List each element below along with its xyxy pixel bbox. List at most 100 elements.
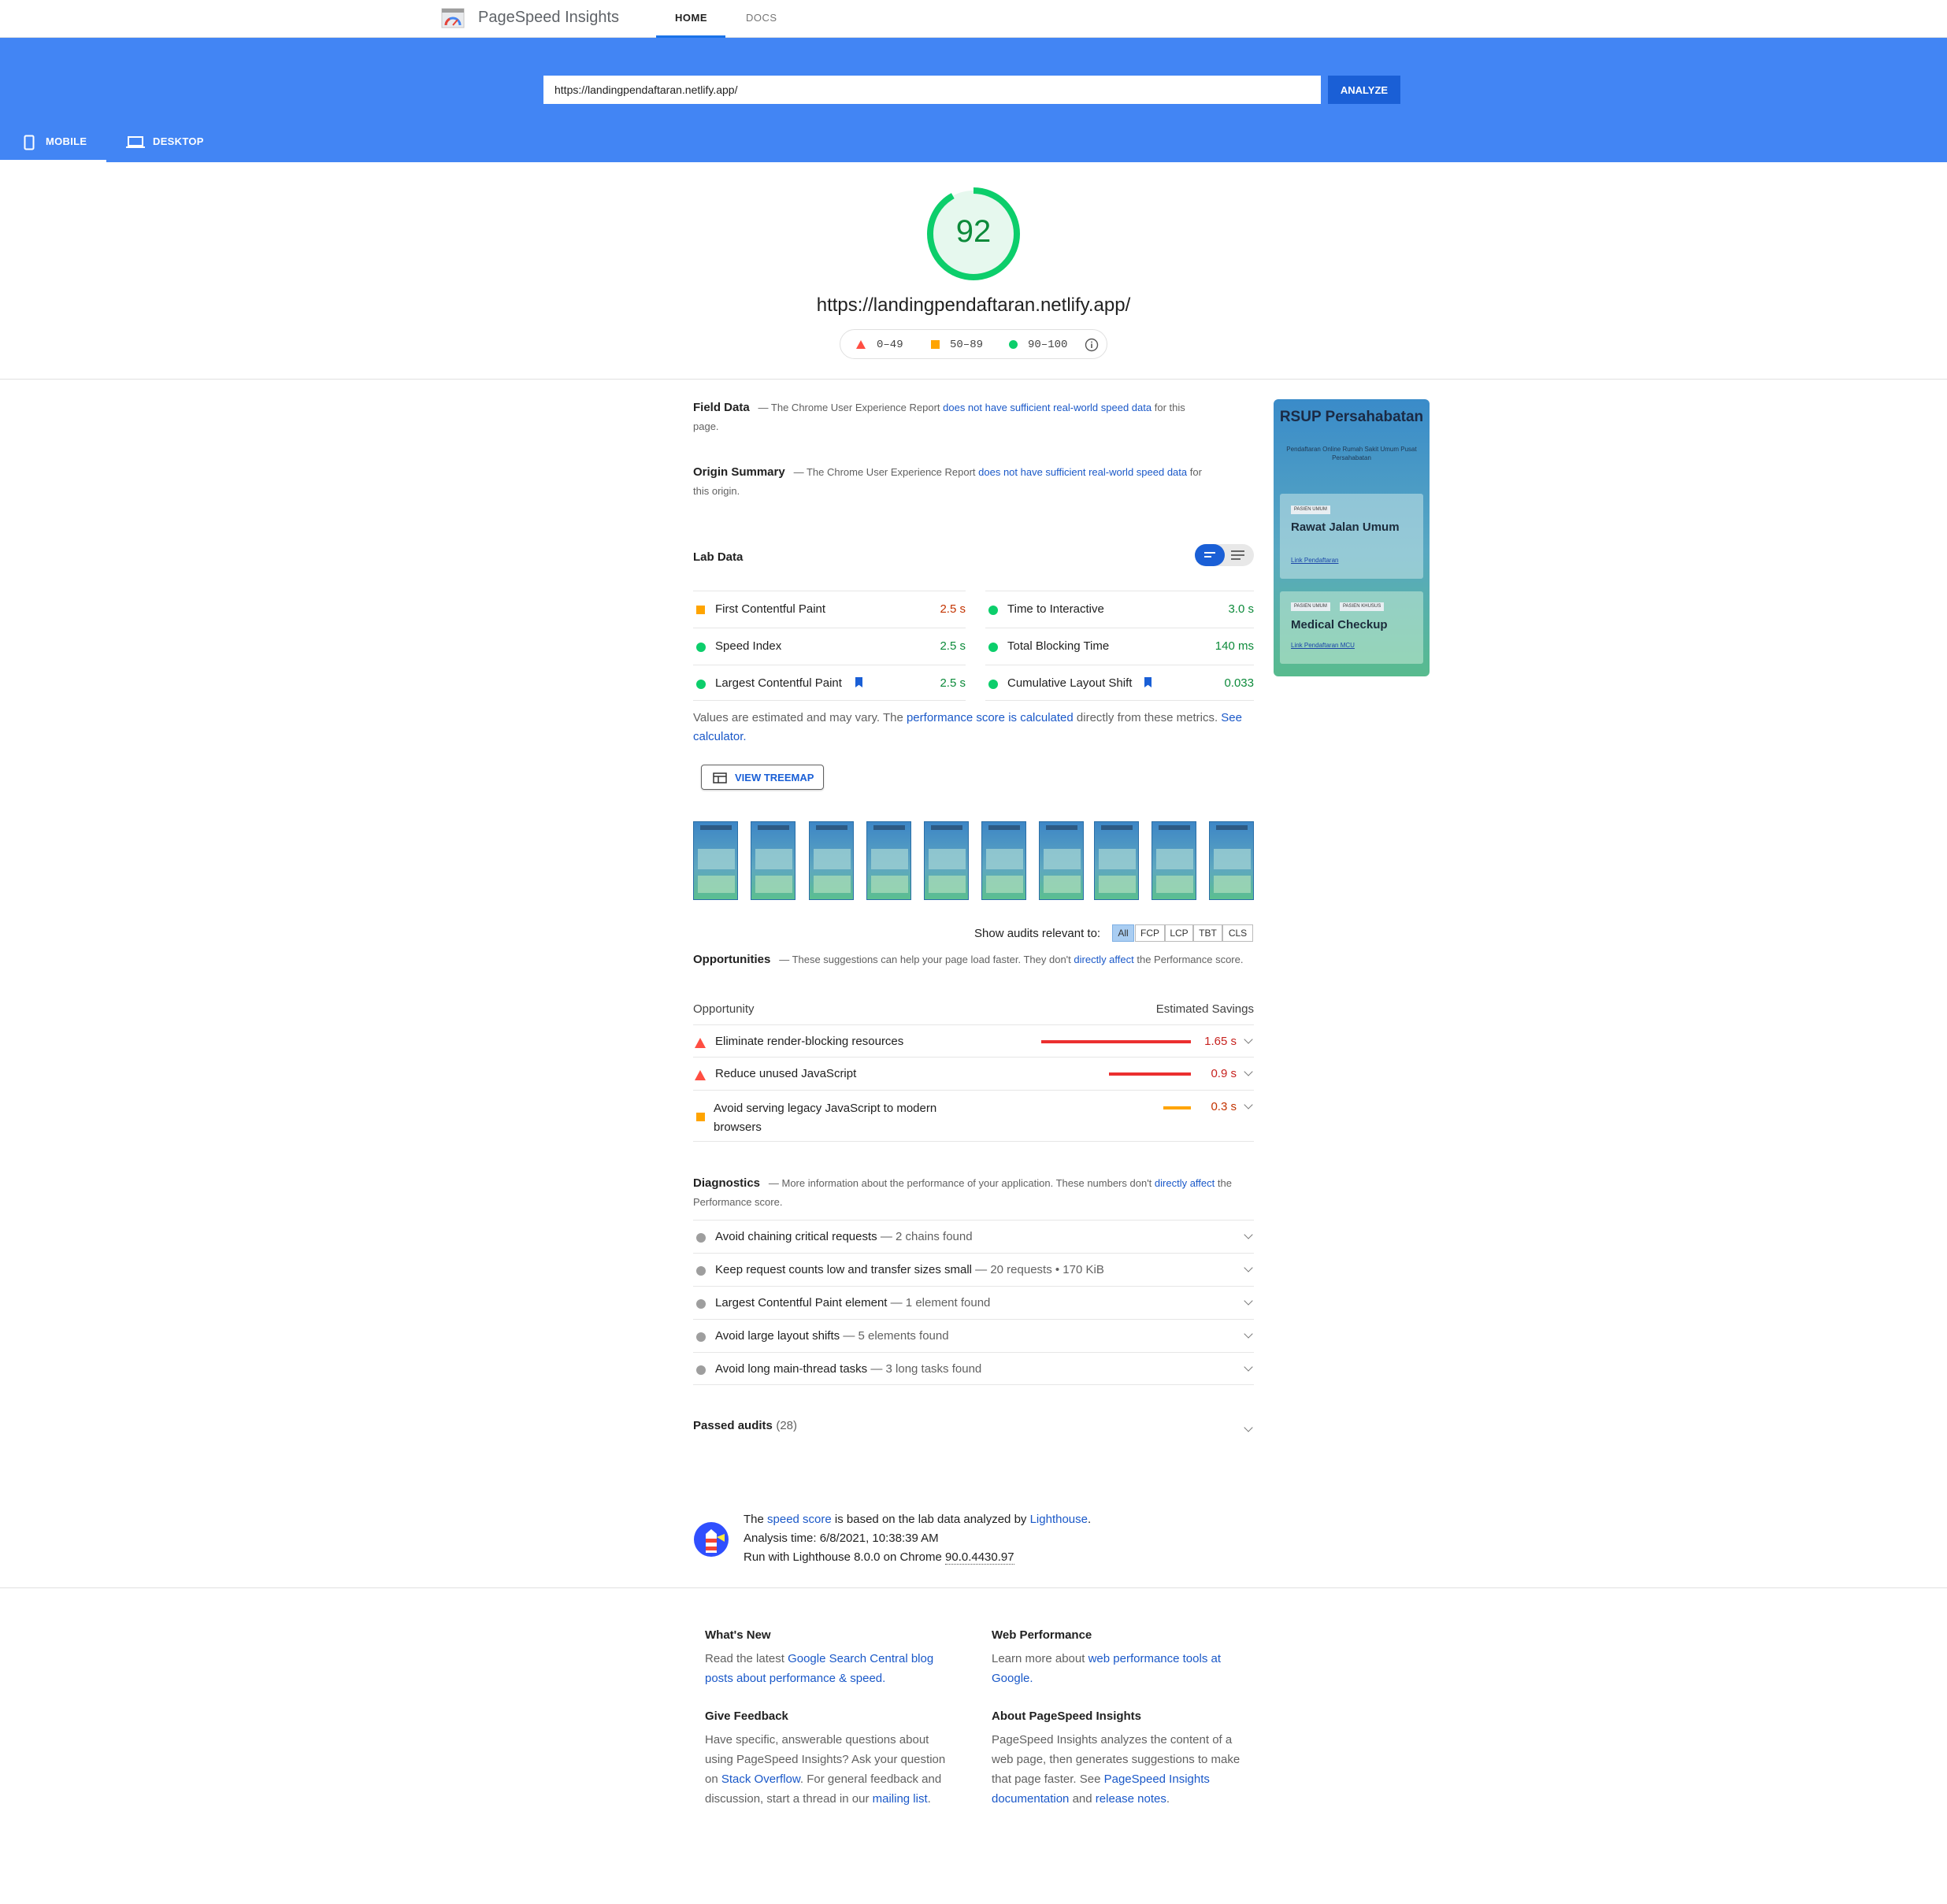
filmstrip-frame (1094, 821, 1139, 900)
legend-average: 50–89 (950, 339, 984, 351)
chevron-down-icon[interactable] (1244, 1423, 1253, 1432)
compact-view-button[interactable] (1195, 544, 1225, 566)
lab-data-note: Values are estimated and may vary. The p… (693, 709, 1254, 746)
tab-desktop-label: DESKTOP (153, 135, 204, 147)
metric-label: Cumulative Layout Shift (1007, 676, 1133, 690)
opportunity-row[interactable]: Eliminate render-blocking resources 1.65… (693, 1024, 1254, 1057)
opportunity-row[interactable]: Avoid serving legacy JavaScript to moder… (693, 1090, 1254, 1142)
nav-docs[interactable]: DOCS (746, 12, 777, 24)
lighthouse-link[interactable]: Lighthouse (1030, 1513, 1088, 1526)
chevron-down-icon[interactable] (1244, 1263, 1253, 1272)
chevron-down-icon[interactable] (1244, 1035, 1253, 1044)
diagnostic-row[interactable]: Avoid long main-thread tasks — 3 long ta… (693, 1352, 1254, 1385)
filter-chip-lcp[interactable]: LCP (1165, 924, 1193, 942)
footer-text: Read the latest (705, 1652, 788, 1665)
filter-chip-tbt[interactable]: TBT (1193, 924, 1222, 942)
metric-cls: Cumulative Layout Shift 0.033 (985, 665, 1254, 701)
footer-whats-new-title: What's New (705, 1628, 771, 1642)
chevron-down-icon[interactable] (1244, 1100, 1253, 1109)
diagnostic-row[interactable]: Avoid chaining critical requests — 2 cha… (693, 1220, 1254, 1253)
average-square-icon (931, 340, 940, 349)
opportunities-title: Opportunities (693, 953, 771, 966)
tab-mobile[interactable]: MOBILE (0, 129, 106, 162)
field-data-link[interactable]: does not have sufficient real-world spee… (943, 402, 1152, 413)
savings-value: 0.3 s (1211, 1100, 1237, 1113)
footer-about-title: About PageSpeed Insights (992, 1710, 1142, 1723)
chevron-down-icon[interactable] (1244, 1067, 1253, 1076)
savings-bar (1041, 1040, 1191, 1043)
legend-fail: 0–49 (877, 339, 903, 351)
opportunities-desc: — These suggestions can help your page l… (779, 954, 1074, 965)
origin-summary-section: Origin Summary — The Chrome User Experie… (693, 463, 1205, 501)
preview-card-title: Medical Checkup (1291, 618, 1388, 632)
origin-summary-title: Origin Summary (693, 465, 785, 479)
passed-audits-title: Passed audits (693, 1419, 773, 1432)
top-bar: PageSpeed Insights HOME DOCS (0, 0, 1947, 38)
savings-bar (1109, 1072, 1191, 1076)
diagnostic-detail: — 5 elements found (840, 1329, 949, 1343)
diagnostic-row[interactable]: Largest Contentful Paint element — 1 ele… (693, 1286, 1254, 1319)
metric-tbt: Total Blocking Time 140 ms (985, 628, 1254, 664)
expanded-view-icon[interactable] (1231, 550, 1244, 560)
audit-filter-label: Show audits relevant to: (974, 927, 1101, 940)
chevron-down-icon[interactable] (1244, 1230, 1253, 1239)
footer-feedback-text: Have specific, answerable questions abou… (705, 1730, 953, 1809)
view-treemap-button[interactable]: VIEW TREEMAP (701, 765, 824, 790)
directly-affect-link[interactable]: directly affect (1155, 1177, 1215, 1189)
runtime-text: . (1087, 1513, 1092, 1526)
pass-circle-icon (1009, 340, 1018, 349)
performance-score-link[interactable]: performance score is calculated (907, 711, 1074, 724)
chrome-version[interactable]: 90.0.4430.97 (945, 1550, 1014, 1565)
footer-web-performance-text: Learn more about web performance tools a… (992, 1649, 1252, 1688)
metric-label: Time to Interactive (1007, 602, 1104, 616)
average-square-icon (696, 1113, 705, 1121)
field-data-title: Field Data (693, 401, 750, 414)
footer-text: Learn more about (992, 1652, 1088, 1665)
runtime-info: The speed score is based on the lab data… (744, 1510, 1091, 1567)
performance-score: 92 (955, 214, 992, 249)
runtime-text: is based on the lab data analyzed by (831, 1513, 1030, 1526)
opportunity-row[interactable]: Reduce unused JavaScript 0.9 s (693, 1057, 1254, 1090)
release-notes-link[interactable]: release notes (1096, 1792, 1166, 1806)
chevron-down-icon[interactable] (1244, 1329, 1253, 1339)
passed-audits-toggle[interactable]: Passed audits (28) (693, 1419, 1254, 1443)
filter-chip-all[interactable]: All (1112, 924, 1134, 942)
chevron-down-icon[interactable] (1244, 1362, 1253, 1372)
origin-summary-link[interactable]: does not have sufficient real-world spee… (978, 466, 1187, 478)
diagnostic-detail: — 1 element found (887, 1296, 991, 1309)
tab-desktop[interactable]: DESKTOP (118, 129, 221, 162)
lighthouse-logo-icon[interactable] (693, 1521, 729, 1558)
metric-label: Speed Index (715, 639, 782, 653)
info-icon[interactable] (1085, 338, 1099, 352)
pass-circle-icon (988, 680, 998, 689)
origin-summary-desc: — The Chrome User Experience Report (793, 466, 979, 478)
speed-score-link[interactable]: speed score (767, 1513, 832, 1526)
analyze-button[interactable]: ANALYZE (1328, 76, 1400, 104)
footer-whats-new-text: Read the latest Google Search Central bl… (705, 1649, 957, 1688)
brand-title[interactable]: PageSpeed Insights (478, 9, 619, 27)
diagnostics-title: Diagnostics (693, 1176, 761, 1190)
pagespeed-logo-icon[interactable] (441, 8, 465, 28)
stack-overflow-link[interactable]: Stack Overflow (721, 1772, 800, 1786)
metric-si: Speed Index 2.5 s (693, 628, 966, 664)
filmstrip-frame (924, 821, 969, 900)
informative-circle-icon (696, 1299, 706, 1309)
diagnostic-row[interactable]: Avoid large layout shifts — 5 elements f… (693, 1319, 1254, 1352)
directly-affect-link[interactable]: directly affect (1074, 954, 1133, 965)
informative-circle-icon (696, 1365, 706, 1375)
metrics-view-toggle[interactable] (1195, 544, 1254, 566)
mailing-list-link[interactable]: mailing list (873, 1792, 928, 1806)
chevron-down-icon[interactable] (1244, 1296, 1253, 1306)
url-input[interactable] (543, 76, 1321, 104)
diagnostic-label: Largest Contentful Paint element (715, 1296, 888, 1309)
filter-chip-cls[interactable]: CLS (1222, 924, 1253, 942)
fail-triangle-icon (856, 340, 866, 349)
analyzed-url: https://landingpendaftaran.netlify.app/ (816, 294, 1131, 316)
filter-chip-fcp[interactable]: FCP (1135, 924, 1165, 942)
passed-audits-count: (28) (776, 1419, 798, 1432)
diagnostic-row[interactable]: Keep request counts low and transfer siz… (693, 1253, 1254, 1286)
informative-circle-icon (696, 1266, 706, 1276)
diagnostic-label: Avoid long main-thread tasks (715, 1362, 868, 1376)
nav-home[interactable]: HOME (675, 12, 707, 24)
diagnostic-detail: — 2 chains found (877, 1230, 973, 1243)
